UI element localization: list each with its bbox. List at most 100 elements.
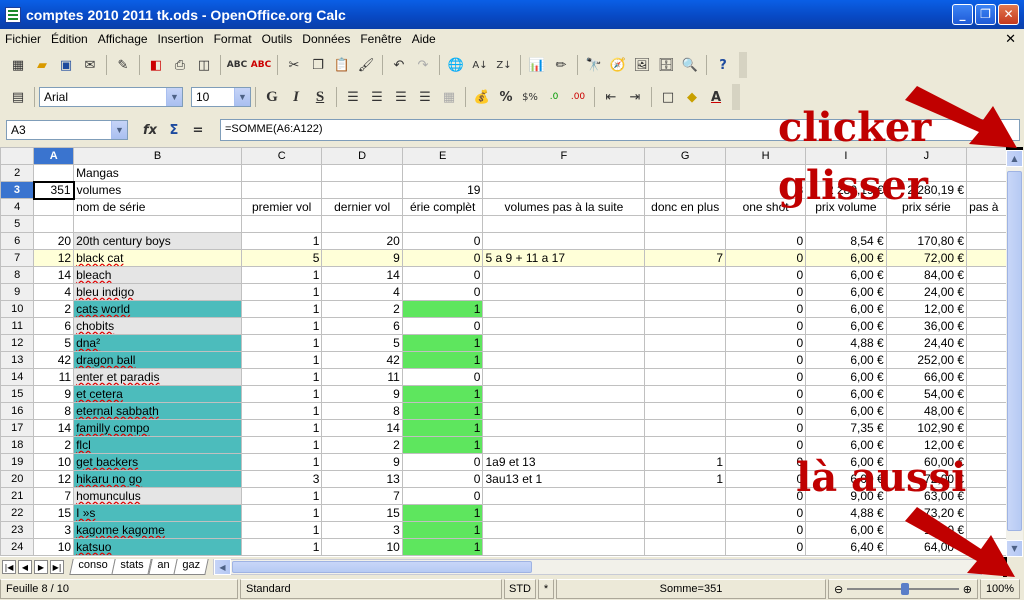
cell-j[interactable]: 54,00 € (885, 385, 968, 403)
cell-d[interactable]: 2 (321, 300, 403, 318)
italic-icon[interactable]: I (286, 87, 306, 107)
cell-f[interactable] (482, 232, 646, 250)
cell-g[interactable]: 1 (644, 470, 727, 488)
first-sheet-icon[interactable]: |◀ (2, 560, 16, 574)
cell-i[interactable]: 7,35 € (805, 419, 887, 437)
cell-i[interactable]: 4,88 € (805, 504, 887, 522)
cell-e[interactable] (401, 164, 484, 182)
cell-j[interactable] (885, 215, 968, 233)
cell-b[interactable]: bleu indigo (73, 283, 242, 301)
cell-f[interactable] (482, 334, 646, 352)
cell-g[interactable]: donc en plus (644, 198, 727, 216)
justify-icon[interactable]: ☰ (415, 87, 435, 107)
cell-k[interactable] (966, 385, 1007, 403)
column-header[interactable]: B (73, 147, 242, 165)
column-header[interactable]: A (33, 147, 75, 165)
cell-d[interactable]: 15 (321, 504, 403, 522)
paste-icon[interactable]: 📋 (332, 55, 352, 75)
cell-h[interactable]: 0 (725, 351, 807, 369)
cell-b[interactable]: dragon ball (73, 351, 242, 369)
cell-e[interactable]: 0 (401, 453, 484, 471)
align-center-icon[interactable]: ☰ (367, 87, 387, 107)
font-name-select[interactable]: Arial ▼ (39, 87, 183, 107)
menu-insertion[interactable]: Insertion (153, 32, 209, 46)
cell-f[interactable] (482, 538, 646, 556)
cell-f[interactable]: 5 a 9 + 11 a 17 (482, 249, 646, 267)
row-header[interactable]: 4 (0, 198, 35, 216)
cell-h[interactable]: 0 (725, 368, 807, 386)
scroll-left-icon[interactable]: ◀ (214, 559, 231, 575)
cell-j[interactable]: 24,40 € (885, 334, 968, 352)
cell-i[interactable]: 6,00 € (805, 402, 887, 420)
cell-k[interactable] (966, 283, 1007, 301)
sheet-tab[interactable]: stats (111, 559, 153, 575)
cell-c[interactable]: 1 (240, 351, 323, 369)
cell-a[interactable]: 15 (33, 504, 75, 522)
menu-donnees[interactable]: Données (297, 32, 355, 46)
cell-d[interactable]: 8 (321, 402, 403, 420)
cell-f[interactable]: 3au13 et 1 (482, 470, 646, 488)
cell-h[interactable]: 0 (725, 436, 807, 454)
vertical-scrollbar[interactable]: ▲ ▼ (1006, 147, 1023, 557)
row-header[interactable]: 11 (0, 317, 35, 335)
cell-b[interactable]: et cetera (73, 385, 242, 403)
cell-e[interactable]: 1 (401, 419, 484, 437)
cell-c[interactable]: 1 (240, 521, 323, 539)
spellcheck-icon[interactable]: ABC (227, 55, 247, 75)
cell-g[interactable] (644, 232, 727, 250)
print-icon[interactable]: ⎙ (170, 55, 190, 75)
cell-i[interactable]: 6,00 € (805, 351, 887, 369)
cell-e[interactable]: 0 (401, 249, 484, 267)
cell-d[interactable]: 14 (321, 419, 403, 437)
cell-e[interactable]: 0 (401, 283, 484, 301)
function-icon[interactable]: = (188, 120, 208, 140)
background-color-icon[interactable]: ◆ (682, 87, 702, 107)
cell-a[interactable]: 2 (33, 436, 75, 454)
cell-b[interactable]: katsuo (73, 538, 242, 556)
column-header[interactable]: D (321, 147, 403, 165)
cell-h[interactable]: 0 (725, 385, 807, 403)
row-header[interactable]: 10 (0, 300, 35, 318)
row-header[interactable]: 7 (0, 249, 35, 267)
cell-a[interactable]: 14 (33, 419, 75, 437)
cell-d[interactable]: 11 (321, 368, 403, 386)
cell-e[interactable]: 0 (401, 317, 484, 335)
gallery-icon[interactable]: 🖼 (632, 55, 652, 75)
zoom-slider[interactable]: ⊖ ⊕ (828, 579, 978, 599)
edit-file-icon[interactable]: ✎ (113, 55, 133, 75)
cell-g[interactable] (644, 283, 727, 301)
cell-c[interactable]: 1 (240, 385, 323, 403)
cell-i[interactable]: 6,00 € (805, 521, 887, 539)
cell-h[interactable]: 0 (725, 504, 807, 522)
cell-k[interactable] (966, 317, 1007, 335)
menu-edition[interactable]: Édition (46, 32, 93, 46)
cell-b[interactable]: chobits (73, 317, 242, 335)
cell-b[interactable]: dna² (73, 334, 242, 352)
cell-i[interactable]: 6,00 € (805, 436, 887, 454)
decrease-indent-icon[interactable]: ⇤ (601, 87, 621, 107)
cell-k[interactable]: pas à (966, 198, 1007, 216)
cell-h[interactable] (725, 215, 807, 233)
cell-i[interactable]: 6,00 € (805, 266, 887, 284)
cell-g[interactable] (644, 317, 727, 335)
cell-h[interactable]: 0 (725, 334, 807, 352)
cell-d[interactable]: 5 (321, 334, 403, 352)
borders-icon[interactable]: □ (658, 87, 678, 107)
email-icon[interactable]: ✉ (80, 55, 100, 75)
menu-format[interactable]: Format (209, 32, 257, 46)
cell-j[interactable]: 170,80 € (885, 232, 968, 250)
delete-decimal-icon[interactable]: .00 (568, 87, 588, 107)
cell-b[interactable]: Mangas (73, 164, 242, 182)
zoom-icon[interactable]: 🔍 (680, 55, 700, 75)
row-header[interactable]: 23 (0, 521, 35, 539)
help-icon[interactable]: ? (713, 55, 733, 75)
cell-c[interactable]: 1 (240, 419, 323, 437)
column-header[interactable]: G (644, 147, 727, 165)
cell-i[interactable] (805, 215, 887, 233)
cell-f[interactable] (482, 368, 646, 386)
cell-b[interactable]: kagome kagome (73, 521, 242, 539)
cell-c[interactable]: premier vol (240, 198, 323, 216)
cell-f[interactable] (482, 487, 646, 505)
cell-j[interactable]: 24,00 € (885, 283, 968, 301)
row-header[interactable]: 20 (0, 470, 35, 488)
